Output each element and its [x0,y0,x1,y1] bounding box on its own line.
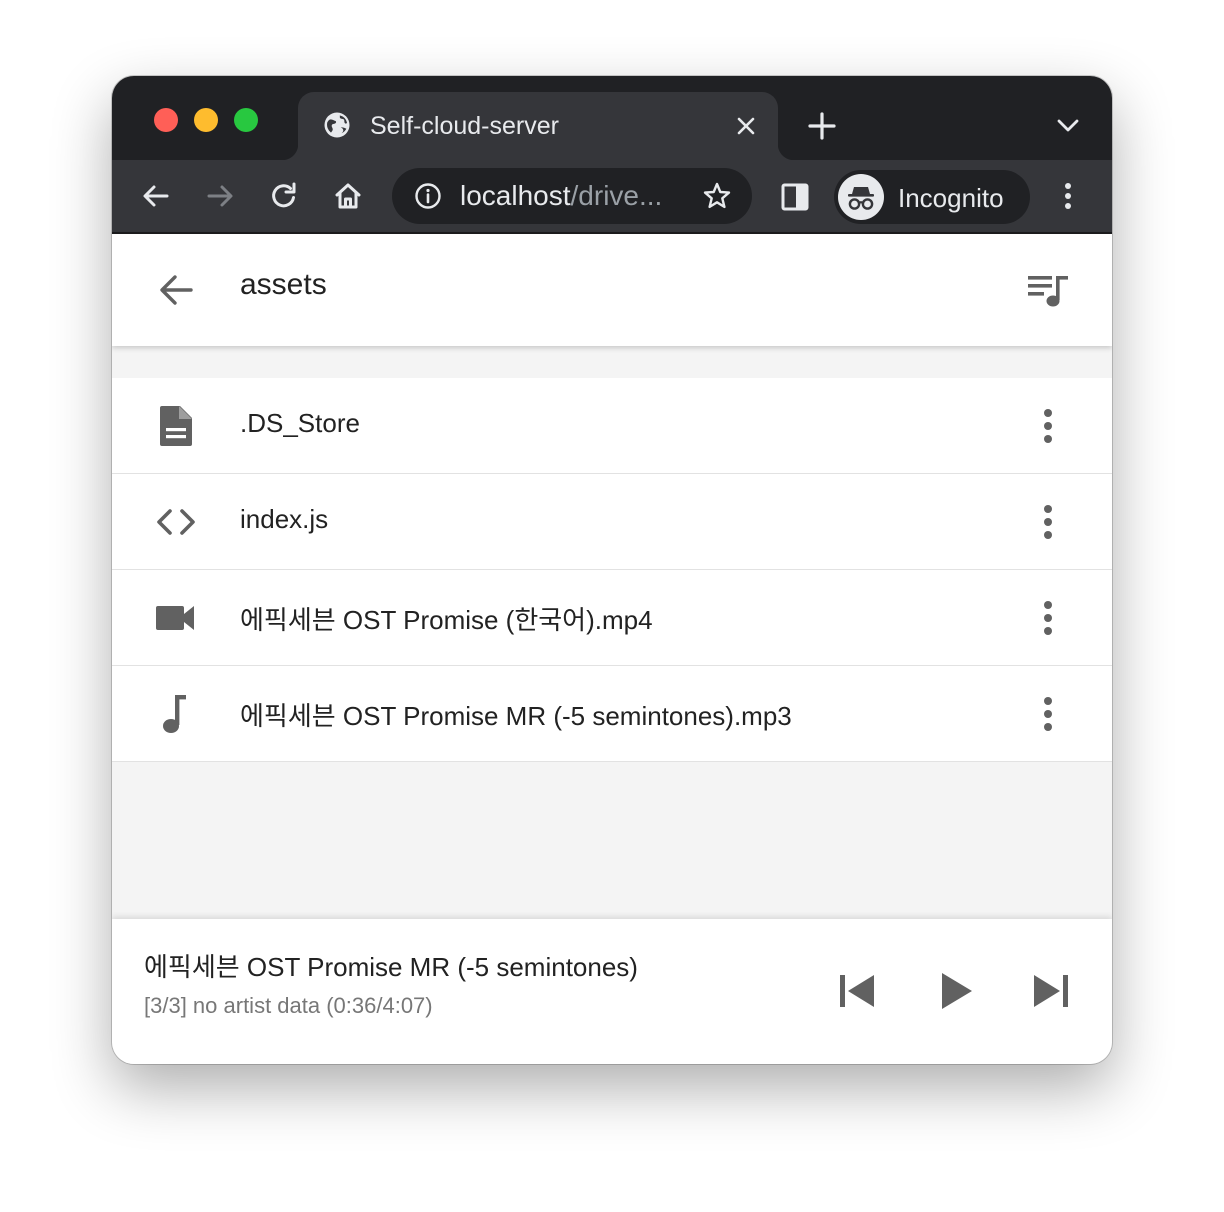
play-icon[interactable] [932,967,980,1015]
queue-music-icon[interactable] [1026,270,1070,310]
info-icon[interactable] [414,182,442,210]
reload-icon[interactable] [268,180,300,212]
file-row[interactable]: index.js [112,474,1112,570]
browser-window: Self-cloud-server localhost/drive... Inc… [112,76,1112,1064]
arrow-back-icon[interactable] [156,270,196,310]
close-icon[interactable] [736,116,756,136]
file-row[interactable]: .DS_Store [112,378,1112,474]
more-vert-icon[interactable] [1030,502,1066,542]
page-title: assets [240,268,327,301]
more-vert-icon[interactable] [1030,406,1066,446]
more-vert-icon[interactable] [1030,598,1066,638]
side-panel-icon[interactable] [780,182,810,212]
tab-strip: Self-cloud-server [112,76,1112,160]
audio-player: 에픽세븐 OST Promise MR (-5 semintones) [3/3… [112,919,1112,1064]
skip-previous-icon[interactable] [834,967,882,1015]
minimize-window-button[interactable] [194,108,218,132]
file-name: 에픽세븐 OST Promise (한국어).mp4 [240,605,653,635]
url-path: /drive... [570,180,663,211]
zoom-window-button[interactable] [234,108,258,132]
file-name: .DS_Store [240,408,360,438]
file-row[interactable]: 에픽세븐 OST Promise MR (-5 semintones).mp3 [112,666,1112,762]
file-name: 에픽세븐 OST Promise MR (-5 semintones).mp3 [240,701,792,731]
more-vert-icon[interactable] [1030,694,1066,734]
skip-next-icon[interactable] [1026,967,1074,1015]
back-arrow-icon[interactable] [140,180,172,212]
code-icon [157,509,195,535]
browser-tab[interactable]: Self-cloud-server [282,92,794,160]
incognito-label: Incognito [898,183,1004,213]
incognito-avatar [838,174,884,220]
incognito-profile-button[interactable]: Incognito [834,170,1030,224]
address-bar-url[interactable]: localhost/drive... [460,180,662,212]
home-icon[interactable] [332,180,364,212]
file-row[interactable]: 에픽세븐 OST Promise (한국어).mp4 [112,570,1112,666]
now-playing-subtitle: [3/3] no artist data (0:36/4:07) [144,993,433,1018]
browser-toolbar: localhost/drive... Incognito [112,160,1112,234]
video-icon [156,606,194,630]
new-tab-plus-icon[interactable] [806,110,838,142]
now-playing-title: 에픽세븐 OST Promise MR (-5 semintones) [144,952,638,982]
browser-menu-icon[interactable] [1052,180,1084,212]
address-bar[interactable]: localhost/drive... [392,168,752,224]
forward-arrow-icon[interactable] [204,180,236,212]
incognito-icon [848,187,874,210]
tab-title: Self-cloud-server [370,112,559,140]
close-window-button[interactable] [154,108,178,132]
music-note-icon [163,695,186,733]
chevron-down-icon[interactable] [1056,116,1080,136]
file-name: index.js [240,504,329,534]
app-header: assets [112,234,1112,346]
globe-icon [324,112,350,138]
file-list: .DS_Store index.js 에픽세븐 OST Promise (한국어… [112,378,1112,762]
url-host: localhost [460,180,571,211]
bookmark-star-icon[interactable] [702,181,732,211]
document-icon [160,406,192,446]
